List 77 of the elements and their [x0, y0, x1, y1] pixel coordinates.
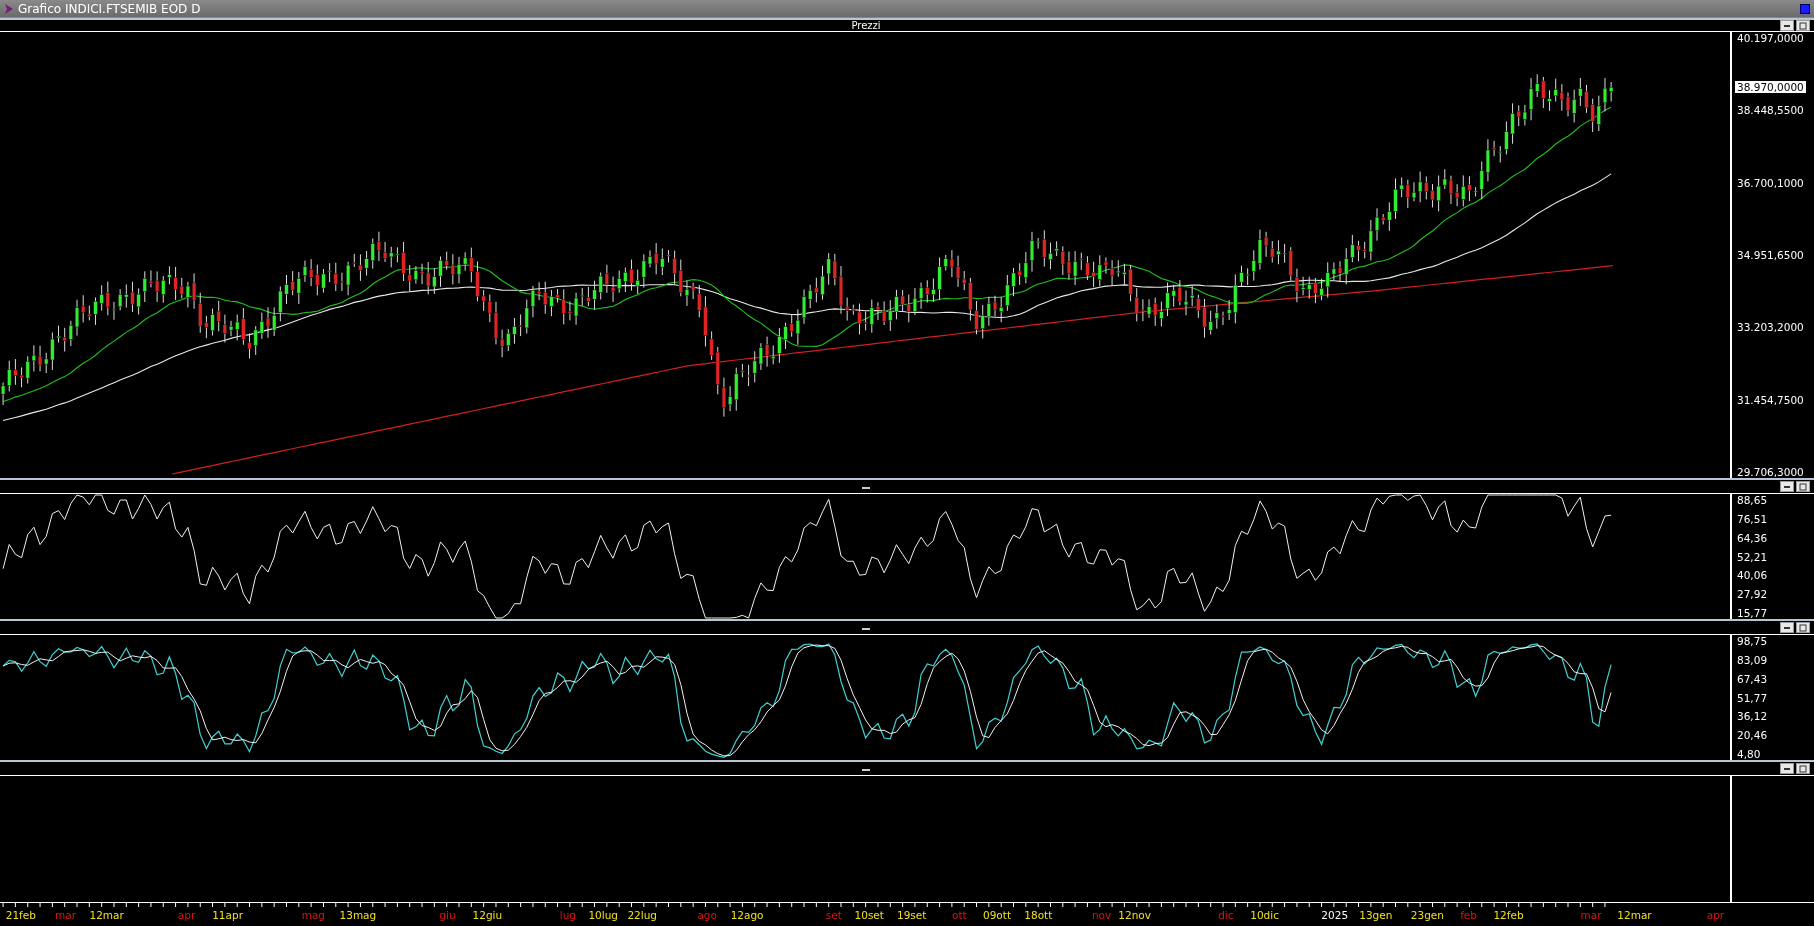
date-label: 10lug	[588, 909, 618, 921]
axis-label: 83,09	[1737, 653, 1768, 666]
date-label: 12mar	[1617, 909, 1652, 921]
date-label: 10dic	[1250, 909, 1279, 921]
maximize-button[interactable]	[1796, 20, 1810, 31]
date-label: 12nov	[1118, 909, 1151, 921]
date-label: set	[825, 909, 842, 921]
minimize-button[interactable]	[1780, 763, 1794, 774]
price-tag: 38.970,0000	[1735, 81, 1806, 94]
axis-label: 29.706,3000	[1737, 466, 1804, 478]
minimize-icon	[1784, 24, 1790, 27]
date-label: 21feb	[5, 909, 36, 921]
axis-label: 15,77	[1737, 607, 1768, 619]
date-label: mar	[1580, 909, 1602, 921]
date-label: mar	[55, 909, 77, 921]
axis-label: 4,80	[1737, 748, 1761, 760]
date-label: 12giu	[472, 909, 503, 921]
minimize-icon	[1784, 626, 1790, 629]
maximize-icon	[1799, 764, 1807, 773]
axis-label: 64,36	[1737, 531, 1768, 544]
maximize-button[interactable]	[1796, 763, 1810, 774]
date-label: mag	[301, 909, 325, 921]
axis-label: 67,43	[1737, 672, 1768, 685]
date-label: dic	[1218, 909, 1234, 921]
axis-label: 33.203,2000	[1737, 321, 1804, 334]
date-label: ago	[697, 909, 717, 921]
date-label: ott	[952, 909, 967, 921]
grip-icon[interactable]	[862, 627, 870, 630]
date-label: 19set	[896, 909, 927, 921]
window-icon[interactable]	[1800, 3, 1810, 14]
axis-label: 27,92	[1737, 588, 1768, 601]
axis-label: 36.700,1000	[1737, 176, 1804, 189]
date-label: lug	[559, 909, 576, 921]
maximize-icon	[1799, 482, 1807, 491]
window-title: Grafico INDICI.FTSEMIB EOD D	[18, 1, 202, 16]
date-label: 23gen	[1410, 909, 1444, 921]
date-label: 10set	[854, 909, 884, 921]
axis-label: 38.448,5500	[1737, 104, 1804, 117]
maximize-button[interactable]	[1796, 622, 1810, 633]
maximize-button[interactable]	[1796, 481, 1810, 492]
date-label: 12ago	[730, 909, 764, 921]
axis-label: 51,77	[1737, 691, 1768, 704]
date-label: 22lug	[627, 909, 657, 921]
date-label: apr	[1706, 909, 1725, 921]
axis-label: 31.454,7500	[1737, 393, 1804, 406]
date-label: 2025	[1321, 909, 1349, 921]
date-label: apr	[177, 909, 196, 921]
date-label: 09ott	[983, 909, 1011, 921]
minimize-icon	[1784, 767, 1790, 770]
date-label: 13mag	[339, 909, 377, 921]
axis-label: 36,12	[1737, 710, 1768, 723]
axis-label: 20,46	[1737, 729, 1768, 742]
grip-icon[interactable]	[862, 486, 870, 489]
maximize-icon	[1799, 21, 1807, 30]
axis-label: 98,75	[1737, 635, 1768, 647]
axis-label: 76,51	[1737, 512, 1768, 525]
minimize-button[interactable]	[1780, 622, 1794, 633]
date-label: 11apr	[212, 909, 243, 921]
axis-label: 34.951,6500	[1737, 249, 1804, 261]
panel-title: Prezzi	[850, 20, 882, 31]
axis-label: 40.197,0000	[1737, 32, 1804, 44]
date-label: 12mar	[89, 909, 124, 921]
date-label: nov	[1091, 909, 1112, 921]
app-icon	[4, 2, 14, 15]
axis-label: 88,65	[1737, 494, 1768, 506]
date-label: 12feb	[1493, 909, 1524, 921]
date-label: 13gen	[1359, 909, 1393, 921]
date-label: feb	[1460, 909, 1477, 921]
axis-label: 40,06	[1737, 569, 1768, 582]
maximize-icon	[1799, 623, 1807, 632]
date-label: giu	[439, 909, 456, 921]
minimize-button[interactable]	[1780, 481, 1794, 492]
axis-label: 52,21	[1737, 550, 1768, 563]
minimize-button[interactable]	[1780, 20, 1794, 31]
grip-icon[interactable]	[862, 768, 870, 771]
date-label: 18ott	[1024, 909, 1053, 921]
minimize-icon	[1784, 485, 1790, 488]
